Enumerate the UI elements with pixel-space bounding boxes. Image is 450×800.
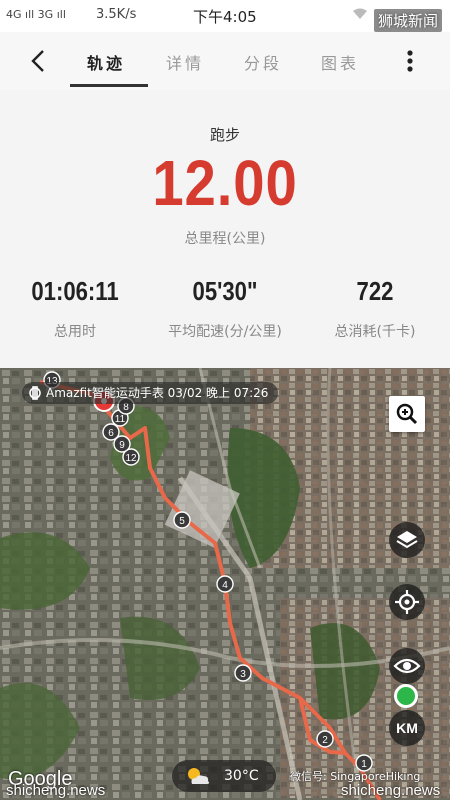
tab-splits[interactable]: 分段 bbox=[244, 50, 282, 74]
stat-calories: 722 总消耗(千卡) bbox=[300, 276, 450, 341]
km-toggle-button[interactable]: KM bbox=[389, 710, 425, 746]
route-map[interactable]: 1 2 3 4 5 12 9 6 11 8 13 Amazfit智能运动手表 0… bbox=[0, 368, 450, 800]
watermark-top: 狮城新闻 bbox=[373, 9, 442, 32]
watch-icon bbox=[29, 386, 41, 400]
more-menu-button[interactable] bbox=[398, 46, 422, 76]
start-point-indicator bbox=[394, 684, 418, 708]
clock: 下午4:05 bbox=[193, 8, 257, 26]
tab-details[interactable]: 详情 bbox=[166, 50, 204, 74]
zoom-in-icon bbox=[396, 403, 418, 425]
calories-value: 722 bbox=[356, 276, 394, 306]
km-marker: 3 bbox=[234, 664, 252, 682]
status-bar: 4G ıll 3G ıll 3.5K/s 下午4:05 狮城新闻 bbox=[0, 0, 450, 32]
km-marker: 2 bbox=[316, 730, 334, 748]
tab-track[interactable]: 轨迹 bbox=[87, 50, 125, 74]
weather-chip: 30°C bbox=[172, 760, 276, 792]
network-speed: 3.5K/s bbox=[96, 7, 137, 22]
more-vertical-icon bbox=[407, 50, 413, 72]
watermark-bottom-right: shicheng.news bbox=[341, 782, 441, 799]
satellite-map-image: 1 2 3 4 5 12 9 6 11 8 13 bbox=[0, 368, 450, 800]
svg-text:2: 2 bbox=[322, 735, 328, 746]
svg-text:5: 5 bbox=[179, 516, 185, 527]
zoom-in-button[interactable] bbox=[389, 396, 425, 432]
wifi-icon bbox=[352, 8, 368, 23]
crosshair-icon bbox=[395, 590, 419, 614]
duration-value: 01:06:11 bbox=[31, 276, 119, 306]
active-tab-indicator bbox=[70, 84, 148, 87]
device-chip-text: Amazfit智能运动手表 03/02 晚上 07:26 bbox=[46, 386, 269, 400]
svg-text:11: 11 bbox=[115, 414, 126, 425]
weather-temperature: 30°C bbox=[224, 768, 259, 784]
svg-text:6: 6 bbox=[108, 428, 114, 439]
svg-text:3: 3 bbox=[240, 669, 246, 680]
pace-value: 05'30" bbox=[192, 276, 258, 306]
km-marker: 6 bbox=[102, 423, 120, 441]
total-distance: 12.00 bbox=[152, 147, 298, 219]
duration-label: 总用时 bbox=[54, 324, 96, 340]
svg-text:4: 4 bbox=[222, 580, 228, 591]
chevron-left-icon bbox=[31, 50, 44, 72]
visibility-button[interactable] bbox=[389, 648, 425, 684]
stat-duration: 01:06:11 总用时 bbox=[0, 276, 150, 341]
tab-charts[interactable]: 图表 bbox=[321, 50, 359, 74]
locate-button[interactable] bbox=[389, 584, 425, 620]
eye-icon bbox=[393, 658, 421, 674]
tab-bar: 轨迹 详情 分段 图表 bbox=[0, 32, 450, 90]
calories-label: 总消耗(千卡) bbox=[334, 324, 416, 340]
device-chip: Amazfit智能运动手表 03/02 晚上 07:26 bbox=[22, 382, 279, 404]
back-button[interactable] bbox=[24, 46, 54, 76]
svg-text:12: 12 bbox=[125, 453, 137, 464]
stat-pace: 05'30" 平均配速(分/公里) bbox=[150, 276, 300, 341]
activity-type: 跑步 bbox=[209, 126, 240, 144]
total-distance-label: 总里程(公里) bbox=[184, 231, 266, 247]
km-marker: 4 bbox=[216, 575, 234, 593]
signal-indicator: 4G ıll 3G ıll bbox=[6, 8, 66, 21]
map-layers-button[interactable] bbox=[389, 522, 425, 558]
svg-text:9: 9 bbox=[119, 440, 125, 451]
watermark-bottom-left: shicheng.news bbox=[6, 782, 106, 799]
workout-summary: 跑步 12.00 总里程(公里) 01:06:11 总用时 05'30" 平均配… bbox=[0, 90, 450, 368]
layers-icon bbox=[396, 531, 418, 549]
pace-label: 平均配速(分/公里) bbox=[168, 324, 282, 340]
partly-cloudy-icon bbox=[188, 768, 210, 784]
km-marker: 5 bbox=[173, 511, 191, 529]
